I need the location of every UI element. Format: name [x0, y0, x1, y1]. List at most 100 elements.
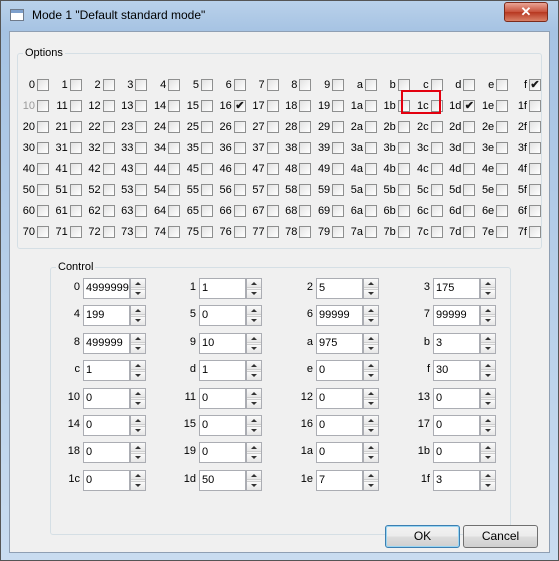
option-51[interactable]: 51	[51, 182, 84, 198]
spin-up-arrow-icon[interactable]	[131, 333, 145, 343]
option-checkbox[interactable]	[37, 79, 49, 91]
option-10[interactable]: 10	[18, 98, 51, 114]
spin-down-arrow-icon[interactable]	[131, 426, 145, 435]
option-16[interactable]: 16 ✔	[215, 98, 248, 114]
option-checkbox[interactable]	[37, 121, 49, 133]
option-checkbox[interactable]	[69, 163, 82, 175]
spin-down-arrow-icon[interactable]	[364, 371, 378, 381]
control-value-input[interactable]: 0	[83, 469, 130, 491]
option-24[interactable]: 24	[149, 119, 182, 135]
control-value-input[interactable]: 0	[316, 387, 363, 409]
option-checkbox[interactable]	[430, 121, 443, 133]
option-checkbox[interactable]	[365, 142, 377, 154]
option-checkbox[interactable]	[299, 142, 312, 154]
option-checkbox[interactable]	[332, 226, 345, 238]
spin-down-arrow-icon[interactable]	[247, 289, 261, 298]
option-60[interactable]: 60	[18, 203, 51, 219]
option-7a[interactable]: 7a	[346, 224, 379, 240]
option-2e[interactable]: 2e	[477, 119, 510, 135]
option-checkbox[interactable]	[397, 184, 410, 196]
option-3e[interactable]: 3e	[477, 140, 510, 156]
option-62[interactable]: 62	[84, 203, 117, 219]
option-56[interactable]: 56	[215, 182, 248, 198]
option-42[interactable]: 42	[84, 161, 117, 177]
option-checkbox[interactable]	[201, 163, 213, 175]
spin-down-arrow-icon[interactable]	[481, 426, 495, 435]
control-value-input[interactable]: 99999	[316, 305, 363, 327]
option-checkbox[interactable]	[463, 163, 476, 175]
option-48[interactable]: 48	[280, 161, 313, 177]
option-1d[interactable]: 1d ✔	[444, 98, 477, 114]
option-checkbox[interactable]	[69, 205, 82, 217]
option-38[interactable]: 38	[280, 140, 313, 156]
option-64[interactable]: 64	[149, 203, 182, 219]
ok-button[interactable]: OK	[385, 525, 460, 548]
option-checkbox[interactable]	[397, 163, 410, 175]
option-6c[interactable]: 6c	[412, 203, 445, 219]
option-23[interactable]: 23	[116, 119, 149, 135]
option-checkbox[interactable]	[430, 226, 443, 238]
option-18[interactable]: 18	[280, 98, 313, 114]
spin-up-arrow-icon[interactable]	[481, 443, 495, 453]
option-checkbox[interactable]	[529, 121, 541, 133]
option-checkbox[interactable]	[102, 184, 115, 196]
option-15[interactable]: 15	[182, 98, 215, 114]
option-checkbox[interactable]	[299, 79, 312, 91]
option-checkbox[interactable]	[102, 205, 115, 217]
spin-up-arrow-icon[interactable]	[481, 306, 495, 316]
option-5f[interactable]: 5f	[510, 182, 543, 198]
option-checkbox[interactable]	[430, 205, 443, 217]
control-value-input[interactable]: 0	[316, 360, 363, 382]
option-checkbox[interactable]	[430, 163, 443, 175]
option-74[interactable]: 74	[149, 224, 182, 240]
control-value-input[interactable]: 0	[199, 305, 246, 327]
spin-up-arrow-icon[interactable]	[364, 416, 378, 425]
control-value-input[interactable]: 0	[316, 442, 363, 464]
option-7d[interactable]: 7d	[444, 224, 477, 240]
option-checkbox[interactable]	[37, 184, 49, 196]
option-checkbox[interactable]	[529, 100, 541, 112]
option-59[interactable]: 59	[313, 182, 346, 198]
option-checkbox[interactable]	[266, 205, 279, 217]
option-55[interactable]: 55	[182, 182, 215, 198]
control-value-input[interactable]: 175	[433, 278, 480, 299]
option-2f[interactable]: 2f	[510, 119, 543, 135]
spin-down-arrow-icon[interactable]	[247, 453, 261, 463]
option-73[interactable]: 73	[116, 224, 149, 240]
option-checkbox[interactable]	[266, 100, 279, 112]
option-checkbox[interactable]	[168, 205, 181, 217]
option-checkbox[interactable]	[397, 226, 410, 238]
spin-up-arrow-icon[interactable]	[131, 443, 145, 453]
option-checkbox[interactable]	[332, 142, 345, 154]
option-checkbox[interactable]	[135, 184, 148, 196]
close-button[interactable]: ✕	[504, 2, 548, 22]
option-41[interactable]: 41	[51, 161, 84, 177]
spin-up-arrow-icon[interactable]	[131, 388, 145, 398]
spin-up-arrow-icon[interactable]	[131, 470, 145, 480]
option-66[interactable]: 66	[215, 203, 248, 219]
control-value-input[interactable]: 0	[433, 387, 480, 409]
spin-up-arrow-icon[interactable]	[247, 361, 261, 371]
option-40[interactable]: 40	[18, 161, 51, 177]
control-value-input[interactable]: 1	[199, 278, 246, 299]
spin-up-arrow-icon[interactable]	[364, 279, 378, 288]
option-checkbox[interactable]	[397, 121, 410, 133]
option-checkbox[interactable]	[135, 226, 148, 238]
option-checkbox[interactable]	[233, 205, 246, 217]
option-f[interactable]: f ✔	[510, 77, 543, 93]
option-checkbox[interactable]	[37, 205, 49, 217]
option-checkbox[interactable]	[463, 184, 476, 196]
control-value-input[interactable]: 3	[433, 332, 480, 354]
option-28[interactable]: 28	[280, 119, 313, 135]
option-4f[interactable]: 4f	[510, 161, 543, 177]
control-value-input[interactable]: 0	[83, 387, 130, 409]
option-checkbox[interactable]	[201, 142, 213, 154]
spin-up-arrow-icon[interactable]	[247, 306, 261, 316]
spin-down-arrow-icon[interactable]	[247, 316, 261, 326]
option-2[interactable]: 2	[84, 77, 117, 93]
option-checkbox[interactable]	[299, 184, 312, 196]
option-checkbox[interactable]	[365, 163, 377, 175]
option-checkbox[interactable]	[365, 79, 377, 91]
option-checkbox[interactable]	[332, 79, 345, 91]
option-checkbox[interactable]	[266, 184, 279, 196]
